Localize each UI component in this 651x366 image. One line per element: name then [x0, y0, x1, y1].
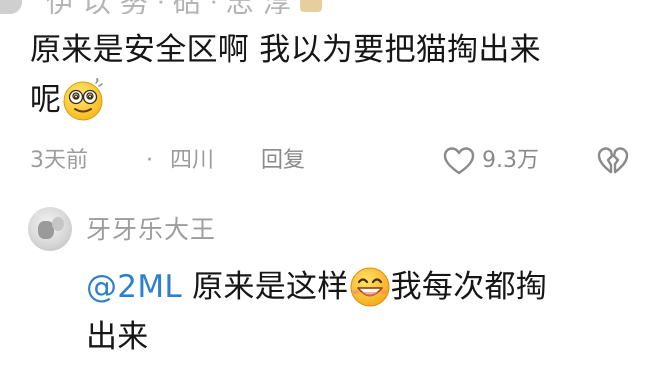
previous-comment-header: 伊 以 努 ᐧ 砧 ᐧ 忠 淳 [0, 0, 330, 14]
reply-text-part1: 原来是这样 [181, 269, 349, 305]
user-badge-icon [300, 0, 322, 12]
reply-text-part2: 我每次都掏 [390, 269, 548, 305]
dizzy-face-emoji-icon [63, 77, 104, 120]
broken-heart-icon[interactable] [596, 145, 630, 177]
grinning-sweat-emoji-icon [350, 267, 390, 306]
meta-separator: · [146, 148, 153, 173]
mention-link[interactable]: @2ML [86, 269, 182, 305]
previous-author-name[interactable]: 伊 以 努 ᐧ 砧 ᐧ 忠 淳 [46, 0, 291, 14]
comment-text-line1: 原来是安全区啊 我以为要把猫掏出来 [30, 32, 541, 68]
reply-author-name[interactable]: 牙牙乐大王 [86, 210, 216, 250]
comment-text-line2: 呢 [30, 82, 62, 118]
avatar-shape [52, 217, 64, 231]
comment-location: 四川 [170, 148, 215, 173]
comment-time: 3天前 [30, 148, 88, 173]
reply-text-line2: 出来 [86, 319, 149, 355]
heart-icon[interactable] [442, 145, 476, 177]
reply-button[interactable]: 回复 [261, 143, 305, 179]
reply-body[interactable]: @2ML 原来是这样 我每次都掏 出来 [86, 262, 646, 362]
reply-header: 牙牙乐大王 [28, 206, 486, 256]
previous-avatar[interactable] [0, 0, 22, 14]
like-count: 9.3万 [482, 148, 539, 173]
reply-avatar[interactable] [28, 207, 72, 251]
comment-body[interactable]: 原来是安全区啊 我以为要把猫掏出来 呢 [30, 25, 640, 125]
comment-meta: 3天前 · 四川 回复 9.3万 [30, 143, 640, 179]
